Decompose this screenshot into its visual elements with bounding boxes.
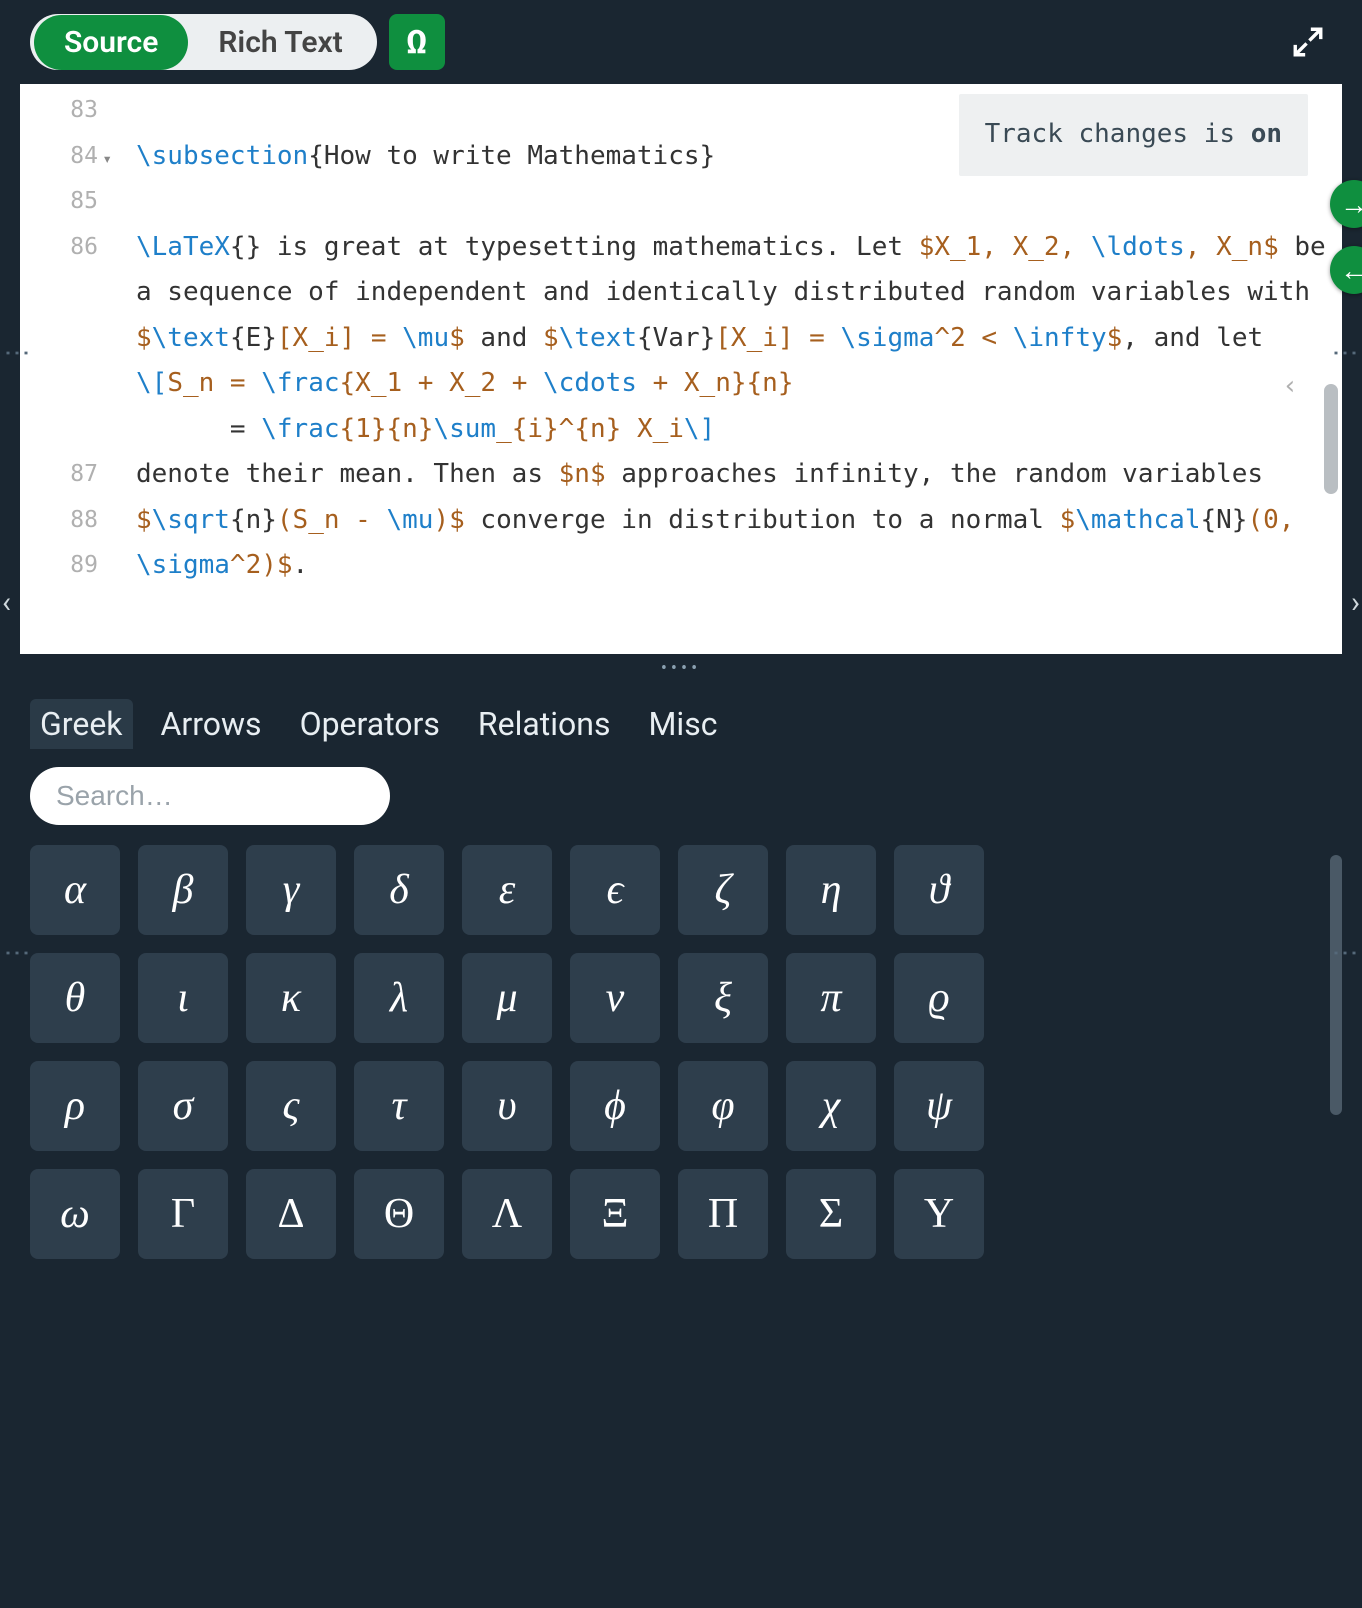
code-editor[interactable]: 83848586878889909192 \subsection{How to … [20,84,1342,654]
symbol-Lambda[interactable]: Λ [462,1169,552,1259]
symbol-tab-greek[interactable]: Greek [30,699,133,749]
mode-switch: Source Rich Text [30,14,377,70]
right-resize-handle-upper[interactable]: ⋮ [1330,340,1360,366]
symbol-tau[interactable]: τ [354,1061,444,1151]
symbol-tab-operators[interactable]: Operators [290,699,450,749]
symbol-panel-scrollbar-thumb[interactable] [1330,855,1342,1115]
line-number: 89 [20,543,98,654]
symbol-psi[interactable]: ψ [894,1061,984,1151]
symbol-rho[interactable]: ρ [30,1061,120,1151]
symbol-chi[interactable]: χ [786,1061,876,1151]
symbol-nu[interactable]: ν [570,953,660,1043]
symbol-phi[interactable]: ϕ [570,1061,660,1151]
symbol-category-tabs: Greek Arrows Operators Relations Misc [20,683,1342,767]
line-number: 84 [20,134,98,180]
symbol-eta[interactable]: η [786,845,876,935]
symbol-pi[interactable]: π [786,953,876,1043]
symbol-epsilon[interactable]: ϵ [570,845,660,935]
symbol-panel: Greek Arrows Operators Relations Misc αβγδεϵ… [20,683,1342,1608]
collapse-panel-caret[interactable]: ‹ [1282,364,1298,410]
symbol-lambda[interactable]: λ [354,953,444,1043]
symbol-beta[interactable]: β [138,845,228,935]
expand-icon [1291,25,1325,59]
symbol-tab-misc[interactable]: Misc [638,699,727,749]
line-number: 86 [20,225,98,453]
symbol-Xi[interactable]: Ξ [570,1169,660,1259]
symbol-Sigma[interactable]: Σ [786,1169,876,1259]
left-resize-handle-lower[interactable]: ⋮ [2,940,32,966]
symbol-Upsilon[interactable]: Υ [894,1169,984,1259]
symbol-varsigma[interactable]: ς [246,1061,336,1151]
richtext-mode-button[interactable]: Rich Text [188,15,372,70]
code-line[interactable]: \[S_n = \frac{X_1 + X_2 + \cdots + X_n}{… [136,361,1332,407]
symbol-theta[interactable]: θ [30,953,120,1043]
track-changes-state: on [1251,119,1282,149]
symbol-delta[interactable]: δ [354,845,444,935]
line-number: 87 [20,452,98,498]
code-line[interactable]: = \frac{1}{n}\sum_{i}^{n} X_i\] [136,407,1332,453]
special-characters-button[interactable]: Ω [389,14,445,70]
line-number-gutter: 83848586878889909192 [20,84,106,654]
symbol-sigma[interactable]: σ [138,1061,228,1151]
symbol-xi[interactable]: ξ [678,953,768,1043]
symbol-tab-arrows[interactable]: Arrows [151,699,272,749]
panel-resize-handle[interactable]: •••• [20,654,1342,683]
line-number: 83 [20,88,98,134]
symbol-varepsilon[interactable]: ε [462,845,552,935]
symbol-Gamma[interactable]: Γ [138,1169,228,1259]
editor-toolbar: Source Rich Text Ω [20,0,1342,84]
code-line[interactable] [136,634,1332,654]
fullscreen-button[interactable] [1284,18,1332,66]
left-resize-handle-upper[interactable]: ⋮ [2,340,32,366]
left-panel-toggle[interactable]: ‹ [2,585,11,620]
track-changes-banner[interactable]: Track changes is on [959,94,1308,176]
symbol-Pi[interactable]: Π [678,1169,768,1259]
symbol-grid: αβγδεϵζηϑ θικλμνξπϱ ρσςτυϕφχψ ωΓΔΘΛΞΠΣΥ [30,845,1336,1259]
symbol-varrho[interactable]: ϱ [894,953,984,1043]
symbol-gamma[interactable]: γ [246,845,336,935]
right-resize-handle-lower[interactable]: ⋮ [1330,940,1360,966]
symbol-tab-relations[interactable]: Relations [468,699,621,749]
code-line[interactable]: \LaTeX{} is great at typesetting mathema… [136,225,1332,362]
symbol-Theta[interactable]: Θ [354,1169,444,1259]
symbol-kappa[interactable]: κ [246,953,336,1043]
next-change-button[interactable]: → [1330,180,1362,228]
symbol-search-input[interactable] [30,767,390,825]
code-line[interactable] [136,589,1332,635]
symbol-upsilon[interactable]: υ [462,1061,552,1151]
symbol-zeta[interactable]: ζ [678,845,768,935]
review-nav-arrows: → ← [1330,180,1362,294]
symbol-varphi[interactable]: φ [678,1061,768,1151]
code-line[interactable]: denote their mean. Then as $n$ approache… [136,452,1332,589]
symbol-omega[interactable]: ω [30,1169,120,1259]
right-panel-toggle[interactable]: › [1351,585,1360,620]
editor-container: 83848586878889909192 \subsection{How to … [20,84,1342,683]
line-number: 88 [20,498,98,544]
symbol-mu[interactable]: μ [462,953,552,1043]
prev-change-button[interactable]: ← [1330,246,1362,294]
code-line[interactable] [136,179,1332,225]
line-number: 85 [20,179,98,225]
editor-scrollbar-thumb[interactable] [1324,384,1338,494]
track-changes-label: Track changes is [985,119,1251,149]
symbol-alpha[interactable]: α [30,845,120,935]
symbol-iota[interactable]: ι [138,953,228,1043]
source-mode-button[interactable]: Source [34,15,188,70]
symbol-Delta[interactable]: Δ [246,1169,336,1259]
symbol-vartheta[interactable]: ϑ [894,845,984,935]
